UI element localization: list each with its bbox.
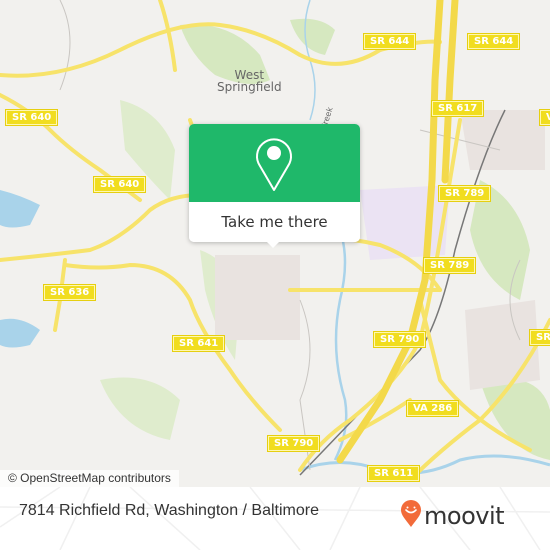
residential-area bbox=[460, 110, 545, 170]
popup-header bbox=[189, 124, 360, 202]
popup-pointer bbox=[266, 241, 280, 248]
lake bbox=[0, 190, 40, 228]
location-popup: Take me there bbox=[189, 124, 360, 242]
map-attribution[interactable]: © OpenStreetMap contributors bbox=[0, 470, 179, 487]
lake bbox=[0, 318, 40, 348]
road-shield: V bbox=[539, 109, 550, 126]
road-shield: SR 640 bbox=[4, 109, 59, 126]
park-area bbox=[480, 378, 550, 460]
place-label-west-springfield: West Springfield bbox=[217, 68, 282, 94]
road-shield: SR 640 bbox=[92, 176, 147, 193]
residential-area bbox=[215, 255, 300, 340]
residential-area bbox=[465, 300, 540, 390]
road-shield: VA 286 bbox=[405, 400, 460, 417]
footer-bar: 7814 Richfield Rd, Washington / Baltimor… bbox=[0, 487, 550, 550]
address-text: 7814 Richfield Rd, Washington / Baltimor… bbox=[19, 502, 319, 519]
road-shield: SR 789 bbox=[437, 185, 492, 202]
road-shield: SR 644 bbox=[362, 33, 417, 50]
moovit-pin-smiley-icon bbox=[400, 500, 422, 532]
road-shield: SR 790 bbox=[372, 331, 427, 348]
road-shield: SR 611 bbox=[366, 465, 421, 482]
map-view[interactable]: West Springfield Creek SR 644 SR 644 SR … bbox=[0, 0, 550, 487]
road-shield: SR 636 bbox=[42, 284, 97, 301]
road-shield: SR 790 bbox=[266, 435, 321, 452]
take-me-there-button[interactable]: Take me there bbox=[189, 202, 360, 242]
road-shield: SR bbox=[529, 329, 550, 346]
moovit-wordmark: moovit bbox=[424, 502, 505, 530]
road-shield: SR 641 bbox=[171, 335, 226, 352]
road-shield: SR 644 bbox=[466, 33, 521, 50]
moovit-logo[interactable]: moovit bbox=[400, 500, 505, 532]
road-shield: SR 789 bbox=[422, 257, 477, 274]
road-shield: SR 617 bbox=[430, 100, 485, 117]
park-area bbox=[100, 377, 180, 440]
park-area bbox=[290, 18, 335, 55]
